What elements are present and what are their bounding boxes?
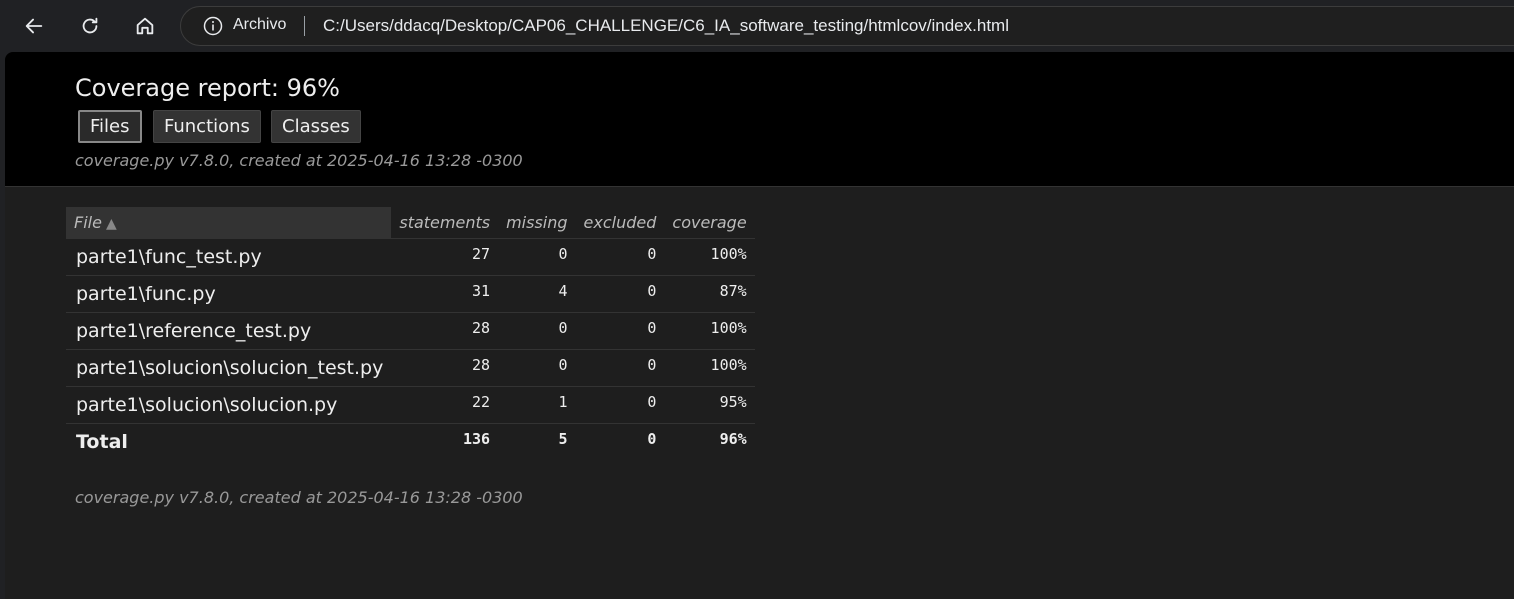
excluded-cell: 0 xyxy=(575,275,665,313)
report-header: Coverage report: 96% Files Functions Cla… xyxy=(5,52,1514,187)
coverage-cell: 95% xyxy=(664,386,755,424)
statements-cell: 22 xyxy=(391,386,499,424)
reload-button[interactable] xyxy=(73,9,107,43)
excluded-column-header[interactable]: excluded xyxy=(576,207,665,239)
table-row: parte1\func.py 31 4 0 87% xyxy=(66,275,755,313)
excluded-cell: 0 xyxy=(575,386,665,424)
table-row: parte1\solucion\solucion_test.py 28 0 0 … xyxy=(66,349,755,387)
table-row: parte1\reference_test.py 28 0 0 100% xyxy=(66,312,755,350)
tab-functions[interactable]: Functions xyxy=(153,110,261,143)
file-link[interactable]: parte1\func.py xyxy=(66,275,392,313)
total-coverage: 96% xyxy=(664,423,755,461)
home-button[interactable] xyxy=(128,9,162,43)
file-link[interactable]: parte1\solucion\solucion.py xyxy=(66,386,392,424)
statements-column-header[interactable]: statements xyxy=(391,207,498,239)
url-text[interactable]: C:/Users/ddacq/Desktop/CAP06_CHALLENGE/C… xyxy=(323,16,1009,36)
file-link[interactable]: parte1\func_test.py xyxy=(66,238,392,276)
statements-cell: 28 xyxy=(391,349,499,387)
info-icon[interactable] xyxy=(203,16,223,36)
address-divider xyxy=(304,16,305,36)
back-button[interactable] xyxy=(17,9,51,43)
missing-cell: 0 xyxy=(498,312,576,350)
coverage-cell: 100% xyxy=(664,349,755,387)
page-viewport: Coverage report: 96% Files Functions Cla… xyxy=(5,52,1514,599)
total-statements: 136 xyxy=(391,423,499,461)
file-column-header[interactable]: File ▲ xyxy=(66,207,392,239)
table-row: parte1\solucion\solucion.py 22 1 0 95% xyxy=(66,386,755,424)
statements-cell: 31 xyxy=(391,275,499,313)
tab-files[interactable]: Files xyxy=(78,110,142,143)
coverage-table: File ▲ statements missing excluded covera… xyxy=(66,207,755,461)
tab-classes[interactable]: Classes xyxy=(271,110,361,143)
statements-cell: 27 xyxy=(391,238,499,276)
created-info: coverage.py v7.8.0, created at 2025-04-1… xyxy=(75,151,523,170)
file-header-label: File xyxy=(74,213,102,232)
file-scheme-label: Archivo xyxy=(233,16,287,33)
missing-cell: 4 xyxy=(498,275,576,313)
table-header-row: File ▲ statements missing excluded covera… xyxy=(66,207,755,239)
excluded-cell: 0 xyxy=(575,349,665,387)
coverage-cell: 87% xyxy=(664,275,755,313)
statements-cell: 28 xyxy=(391,312,499,350)
back-arrow-icon xyxy=(25,18,43,34)
file-link[interactable]: parte1\reference_test.py xyxy=(66,312,392,350)
missing-cell: 0 xyxy=(498,349,576,387)
coverage-cell: 100% xyxy=(664,312,755,350)
coverage-cell: 100% xyxy=(664,238,755,276)
browser-toolbar: Archivo C:/Users/ddacq/Desktop/CAP06_CHA… xyxy=(0,0,1514,52)
excluded-cell: 0 xyxy=(575,238,665,276)
table-row: parte1\func_test.py 27 0 0 100% xyxy=(66,238,755,276)
page-title: Coverage report: 96% xyxy=(75,74,340,102)
total-label: Total xyxy=(66,423,392,461)
reload-icon xyxy=(82,17,98,34)
total-excluded: 0 xyxy=(575,423,665,461)
total-row: Total 136 5 0 96% xyxy=(66,423,755,461)
file-link[interactable]: parte1\solucion\solucion_test.py xyxy=(66,349,392,387)
footer-created-info: coverage.py v7.8.0, created at 2025-04-1… xyxy=(75,488,523,507)
coverage-column-header[interactable]: coverage xyxy=(664,207,754,239)
home-icon xyxy=(136,17,154,35)
sort-ascending-icon: ▲ xyxy=(105,216,117,232)
missing-column-header[interactable]: missing xyxy=(498,207,575,239)
excluded-cell: 0 xyxy=(575,312,665,350)
missing-cell: 0 xyxy=(498,238,576,276)
address-bar[interactable]: Archivo C:/Users/ddacq/Desktop/CAP06_CHA… xyxy=(180,6,1514,46)
total-missing: 5 xyxy=(498,423,576,461)
missing-cell: 1 xyxy=(498,386,576,424)
